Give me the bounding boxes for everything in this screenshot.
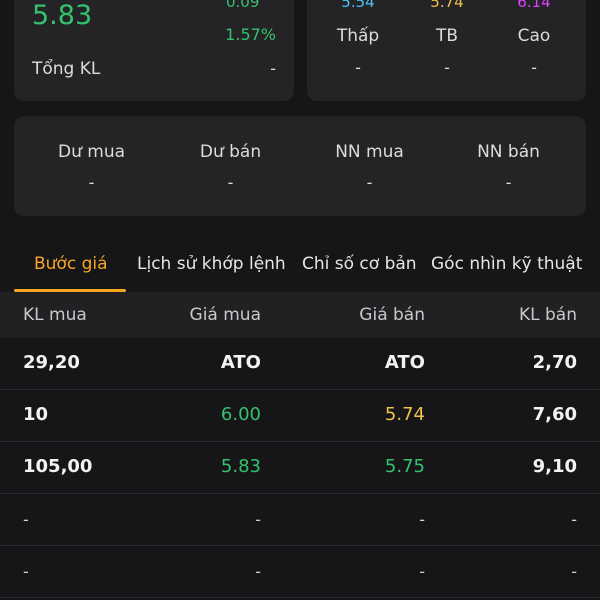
low-price: 5.54	[341, 0, 375, 11]
detail-tabs: Bước giá Lịch sử khớp lệnh Chỉ số cơ bản…	[0, 244, 600, 292]
sell-price: -	[419, 562, 425, 581]
flow-label-sell-remaining: Dư bán	[199, 142, 262, 162]
buy-price: 5.83	[220, 456, 261, 477]
low-value: -	[355, 58, 361, 77]
price-range-card: 5.54 5.74 6.14 Thấp TB Cao - - -	[307, 0, 586, 101]
buy-volume: 10	[23, 404, 49, 425]
flow-value-foreign-buy: -	[366, 173, 373, 192]
sell-volume: -	[571, 510, 577, 529]
tab-match-history[interactable]: Lịch sử khớp lệnh	[137, 254, 286, 274]
buy-price: -	[255, 562, 261, 581]
avg-label: TB	[435, 26, 459, 46]
flow-value-foreign-sell: -	[505, 173, 512, 192]
flow-label-buy-remaining: Dư mua	[57, 142, 126, 162]
price-change-percent: 1.57%	[225, 25, 276, 44]
current-price: 5.83	[32, 0, 93, 31]
table-row: 29,20 ATO ATO 2,70	[0, 338, 600, 390]
sell-volume: 7,60	[532, 404, 577, 425]
price-change: 0.09	[226, 0, 260, 11]
buy-volume: 29,20	[23, 352, 80, 373]
header-buy-volume: KL mua	[23, 305, 87, 325]
buy-volume: 105,00	[23, 456, 93, 477]
tab-technical-view[interactable]: Góc nhìn kỹ thuật	[431, 254, 582, 274]
high-value: -	[531, 58, 537, 77]
sell-price: 5.74	[384, 404, 425, 425]
avg-value: -	[444, 58, 450, 77]
sell-price: -	[419, 510, 425, 529]
avg-price: 5.74	[430, 0, 464, 11]
price-summary-card: 5.83 0.09 1.57% Tổng KL -	[14, 0, 294, 101]
table-row: - - - -	[0, 494, 600, 546]
table-row: - - - -	[0, 546, 600, 598]
flow-label-foreign-buy: NN mua	[335, 142, 404, 162]
sell-volume: 9,10	[532, 456, 577, 477]
buy-price: 6.00	[220, 404, 261, 425]
order-flow-card: Dư mua Dư bán NN mua NN bán - - - -	[14, 116, 586, 216]
total-volume-label: Tổng KL	[32, 59, 101, 79]
order-book-header: KL mua Giá mua Giá bán KL bán	[0, 292, 600, 338]
low-label: Thấp	[336, 26, 380, 46]
total-volume-value: -	[270, 59, 276, 78]
tab-fundamentals[interactable]: Chỉ số cơ bản	[302, 254, 417, 274]
buy-price: ATO	[220, 352, 261, 373]
table-row: 10 6.00 5.74 7,60	[0, 390, 600, 442]
flow-value-buy-remaining: -	[88, 173, 95, 192]
flow-label-foreign-sell: NN bán	[477, 142, 540, 162]
header-buy-price: Giá mua	[189, 305, 261, 325]
buy-price: -	[255, 510, 261, 529]
flow-value-sell-remaining: -	[227, 173, 234, 192]
table-row: 105,00 5.83 5.75 9,10	[0, 442, 600, 494]
sell-price: 5.75	[384, 456, 425, 477]
tab-price-steps[interactable]: Bước giá	[34, 254, 108, 274]
header-sell-price: Giá bán	[359, 305, 425, 325]
high-price: 6.14	[517, 0, 551, 11]
high-label: Cao	[517, 26, 551, 46]
sell-volume: -	[571, 562, 577, 581]
buy-volume: -	[23, 562, 29, 581]
header-sell-volume: KL bán	[518, 305, 577, 325]
sell-price: ATO	[384, 352, 425, 373]
sell-volume: 2,70	[532, 352, 577, 373]
buy-volume: -	[23, 510, 29, 529]
